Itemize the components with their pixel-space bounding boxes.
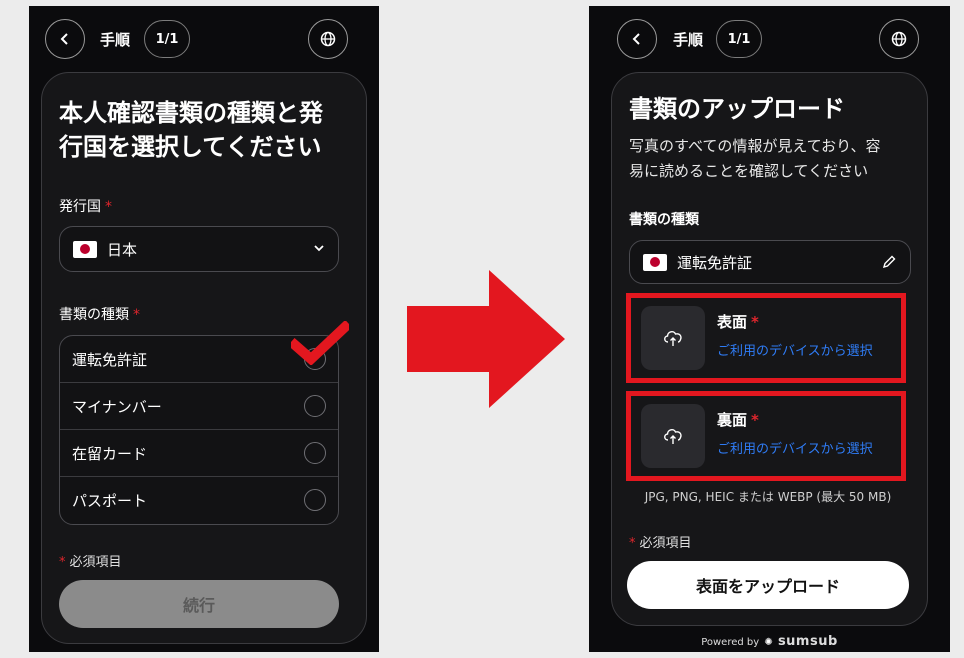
step-label: 手順 [100,31,131,49]
radio-button[interactable] [304,489,326,511]
upload-tile[interactable] [641,306,705,370]
file-format-note: JPG, PNG, HEIC または WEBP (最大 50 MB) [644,490,892,504]
back-upload-area[interactable]: 裏面 * ご利用のデバイスから選択 [626,391,906,481]
country-label: 発行国 * [59,199,112,215]
back-select-link[interactable]: ご利用のデバイスから選択 [717,438,873,457]
doc-type-label: 書類の種類 * [59,307,140,323]
country-select[interactable]: 日本 [59,226,339,272]
required-note: * 必須項目 [59,555,122,570]
globe-icon [320,31,336,47]
pencil-icon[interactable] [882,255,896,269]
japan-flag-icon [73,240,97,258]
step-counter: 1/1 [716,20,762,58]
option-label: マイナンバー [72,397,162,416]
subtitle-line2: 易に読めることを確認してください [629,162,869,180]
upload-tile[interactable] [641,404,705,468]
left-phone-screen: 手順 1/1 本人確認書類の種類と発 行国を選択してください 発行国 * 日本 書… [29,6,379,652]
option-label: パスポート [72,492,148,510]
back-button[interactable] [45,19,85,59]
language-button[interactable] [308,19,348,59]
top-bar: 手順 1/1 [589,17,950,61]
option-my-number[interactable]: マイナンバー [60,383,338,430]
doc-type-value: 運転免許証 [677,253,753,272]
step-counter: 1/1 [144,20,190,58]
doc-type-field[interactable]: 運転免許証 [629,240,911,284]
chevron-left-icon [60,33,68,45]
upload-cloud-icon [664,330,682,346]
option-label: 運転免許証 [72,350,148,369]
upload-front-button[interactable]: 表面をアップロード [627,561,909,609]
option-residence-card[interactable]: 在留カード [60,430,338,477]
top-bar: 手順 1/1 [29,17,379,61]
option-passport[interactable]: パスポート [60,477,338,524]
powered-by: Powered by ✺ sumsub [589,634,950,649]
radio-button[interactable] [304,395,326,417]
upload-cloud-icon [664,428,682,444]
page-title: 書類のアップロード [629,95,845,123]
japan-flag-icon [643,253,667,271]
globe-icon [891,31,907,47]
back-label: 裏面 * [717,411,759,429]
chevron-down-icon [314,245,324,252]
front-upload-area[interactable]: 表面 * ご利用のデバイスから選択 [626,293,906,383]
radio-button[interactable] [304,442,326,464]
doc-type-label: 書類の種類 [629,212,699,228]
country-value: 日本 [107,240,138,259]
required-note: * 必須項目 [629,536,692,551]
option-label: 在留カード [72,444,148,463]
step-label: 手順 [673,31,704,49]
arrow-right-icon [407,270,565,408]
front-select-link[interactable]: ご利用のデバイスから選択 [717,340,873,359]
back-button[interactable] [617,19,657,59]
sumsub-logo-icon: ✺ [764,637,773,648]
checkmark-icon [291,321,349,365]
page-title-line2: 行国を選択してください [59,133,322,161]
right-phone-screen: 手順 1/1 書類のアップロード 写真のすべての情報が見えており、容 易に読める… [589,6,950,652]
continue-button[interactable]: 続行 [59,580,339,628]
subtitle-line1: 写真のすべての情報が見えており、容 [629,137,881,155]
brand-name: sumsub [777,634,838,649]
chevron-left-icon [632,33,640,45]
powered-by-label: Powered by [701,637,760,648]
language-button[interactable] [879,19,919,59]
page-title-line1: 本人確認書類の種類と発 [59,99,323,127]
front-label: 表面 * [717,313,759,331]
